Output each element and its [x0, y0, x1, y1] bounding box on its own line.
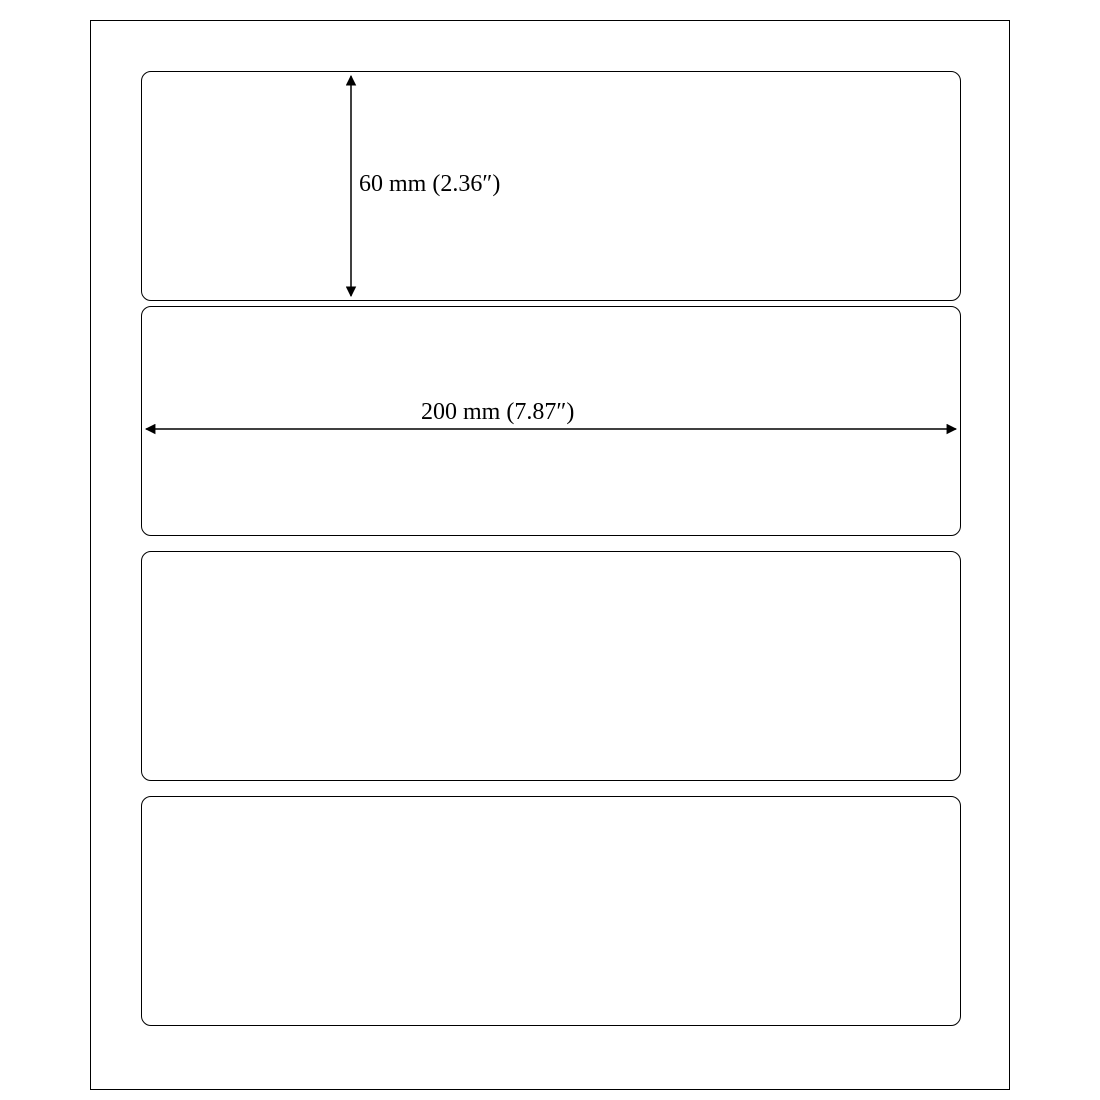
width-dimension-label: 200 mm (7.87″)	[421, 399, 574, 426]
label-box-3	[141, 551, 961, 781]
label-template-page: 60 mm (2.36″) 200 mm (7.87″)	[90, 20, 1010, 1090]
label-box-1	[141, 71, 961, 301]
height-dimension-label: 60 mm (2.36″)	[359, 171, 500, 198]
label-box-4	[141, 796, 961, 1026]
